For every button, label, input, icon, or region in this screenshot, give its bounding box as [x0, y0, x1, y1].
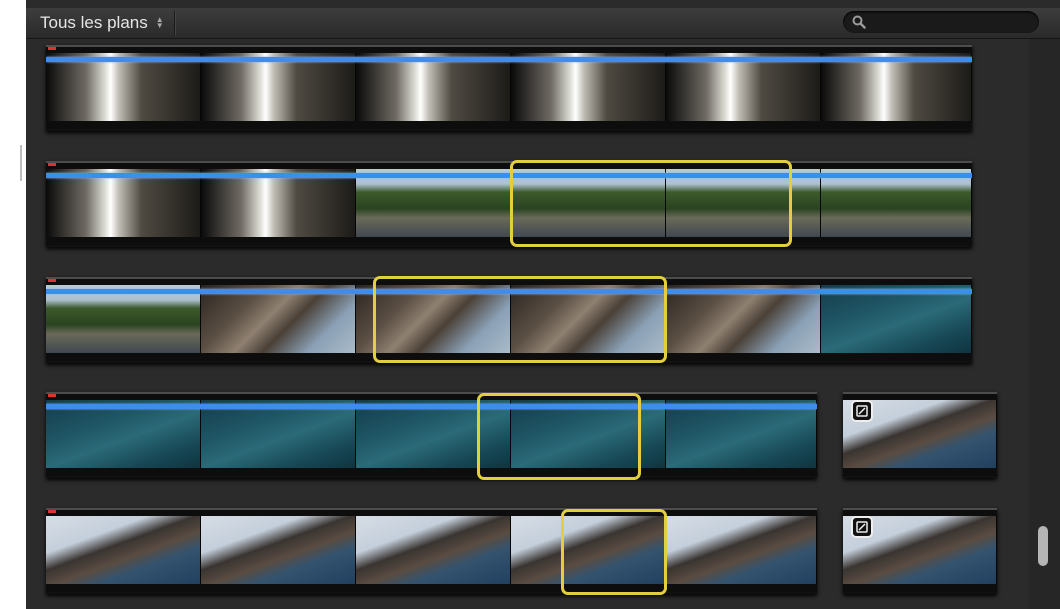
- vertical-scrollbar[interactable]: [1029, 39, 1060, 609]
- clip-selection[interactable]: [477, 393, 641, 480]
- marker: [48, 279, 56, 282]
- transition-icon: [851, 400, 873, 422]
- clip-frame: [201, 53, 356, 121]
- keyword-bar: [46, 173, 972, 178]
- clip-filmstrip[interactable]: [46, 45, 972, 131]
- clip-frame: [511, 53, 666, 121]
- clip-filmstrip[interactable]: [46, 508, 817, 594]
- clip-frame: [666, 516, 817, 584]
- clip-frame: [821, 285, 972, 353]
- browser-toolbar: Tous les plans ▲ ▼: [26, 8, 1060, 39]
- clip-selection[interactable]: [561, 509, 667, 595]
- marker: [48, 163, 56, 166]
- clip-frame: [46, 516, 201, 584]
- event-browser: Tous les plans ▲ ▼: [26, 0, 1060, 609]
- clip-frame: [356, 53, 511, 121]
- clip-frame: [666, 400, 817, 468]
- transition-icon: [851, 516, 873, 538]
- marker: [48, 47, 56, 50]
- clip-selection[interactable]: [510, 160, 792, 247]
- marker: [48, 510, 56, 513]
- keyword-bar: [46, 57, 972, 62]
- clip-frame: [821, 169, 972, 237]
- clip-filter-popup[interactable]: Tous les plans ▲ ▼: [34, 11, 175, 35]
- left-edge: [0, 0, 26, 609]
- clip-filmstrip[interactable]: [843, 508, 997, 594]
- clip-selection[interactable]: [373, 276, 667, 363]
- clip-filmstrip[interactable]: [46, 392, 817, 478]
- clip-frame: [201, 400, 356, 468]
- clip-frame: [46, 53, 201, 121]
- clip-frame: [821, 53, 972, 121]
- clip-frame: [46, 169, 201, 237]
- edge-marker: [20, 145, 22, 181]
- marker: [48, 394, 56, 397]
- clip-filmstrip[interactable]: [843, 392, 997, 478]
- stepper-arrows-icon: ▲ ▼: [155, 15, 164, 30]
- scrollbar-thumb[interactable]: [1038, 526, 1048, 566]
- clip-grid: [26, 39, 1060, 609]
- clip-frame: [46, 285, 201, 353]
- keyword-bar: [46, 404, 817, 409]
- clip-frame: [201, 285, 356, 353]
- clip-frame: [666, 53, 821, 121]
- clip-filmstrip[interactable]: [46, 161, 972, 247]
- clip-frame: [356, 516, 511, 584]
- clip-filter-label: Tous les plans: [40, 13, 148, 32]
- clip-frame: [666, 285, 821, 353]
- clip-frame: [46, 400, 201, 468]
- search-icon: [852, 15, 866, 29]
- clip-frame: [201, 516, 356, 584]
- clip-frame: [356, 169, 511, 237]
- clip-frame: [201, 169, 356, 237]
- search-field[interactable]: [843, 11, 1039, 33]
